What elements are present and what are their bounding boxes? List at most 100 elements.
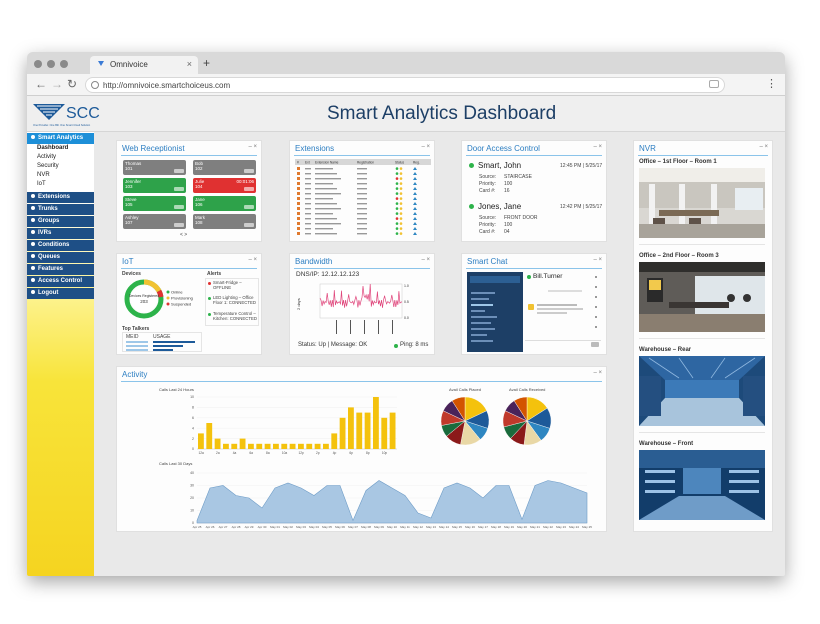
call-icon[interactable] (174, 223, 184, 227)
sidebar-sub-dashboard[interactable]: Dashboard (27, 144, 94, 153)
sidebar-item-features[interactable]: Features (27, 264, 94, 275)
panel-controls[interactable]: – × (421, 257, 430, 263)
bandwidth-panel: Bandwidth – × DNS/IP: 12.12.12.123 2 day… (289, 253, 435, 355)
contact-line[interactable] (471, 340, 493, 342)
table-row (297, 182, 417, 185)
panel-controls[interactable]: – × (593, 257, 602, 263)
name-cell (315, 208, 341, 210)
camera-feed-warehouse-rear[interactable] (639, 356, 765, 426)
chat-user-bar[interactable] (470, 276, 520, 283)
table-row (297, 212, 417, 215)
camera-feed-office-2[interactable] (639, 262, 765, 332)
close-tab-icon[interactable]: × (187, 59, 192, 69)
ext-cell (305, 213, 311, 215)
pie2-title: Avail Calls Received (509, 387, 545, 392)
browser-window: Omnivoice × + ← → ↻ http://omnivoice.sma… (27, 52, 785, 576)
bullet-icon (31, 135, 35, 140)
sidebar-sub-security[interactable]: Security (27, 162, 94, 171)
call-icon[interactable] (174, 187, 184, 191)
contact-line[interactable] (471, 334, 487, 336)
camera-feed-warehouse-front[interactable] (639, 450, 765, 520)
contact-line[interactable] (471, 298, 489, 300)
area-y-tick: 10 (190, 509, 194, 513)
col-header: Reg. (413, 161, 420, 165)
contact-line[interactable] (471, 316, 497, 318)
receptionist-tile[interactable]: Julie 104 00:01:06 (193, 178, 256, 193)
tab-omnivoice[interactable]: Omnivoice × (90, 56, 198, 74)
camera-feed-office-1[interactable] (639, 168, 765, 238)
call-icon[interactable] (174, 169, 184, 173)
send-icon[interactable] (591, 342, 599, 347)
back-arrow-icon[interactable]: ← (35, 77, 47, 91)
call-icon[interactable] (244, 205, 254, 209)
ext-cell (305, 223, 311, 225)
extension-icon[interactable] (709, 80, 719, 88)
receptionist-tile[interactable]: Ashley 107 (123, 214, 186, 229)
panel-controls[interactable]: – × (759, 144, 768, 150)
sidebar-item-smart-analytics[interactable]: Smart Analytics (27, 133, 94, 144)
sidebar-item-groups[interactable]: Groups (27, 216, 94, 227)
address-bar[interactable]: http://omnivoice.smartchoiceus.com (85, 77, 725, 93)
bar-x-tick: 10p (382, 451, 388, 455)
contact-line[interactable] (471, 304, 493, 306)
new-tab-button[interactable]: + (203, 56, 210, 70)
sidebar-item-logout[interactable]: Logout (27, 288, 94, 299)
receptionist-tile[interactable]: Bob 102 (193, 160, 256, 175)
phone-icon (297, 202, 300, 205)
alerts-box: Smart-Fridge – OFFLINE LED Lighting – Of… (205, 278, 259, 326)
bandwidth-chart: 2 days 1.0 0.5 0.0 (296, 283, 409, 334)
chat-action-icons[interactable] (595, 276, 597, 336)
call-icon[interactable] (174, 205, 184, 209)
panel-controls[interactable]: – × (421, 144, 430, 150)
camera-caption: Office – 1st Floor – Room 1 (639, 159, 717, 165)
door-priority: 100 (504, 181, 513, 187)
call-icon[interactable] (244, 187, 254, 191)
sidebar-item-extensions[interactable]: Extensions (27, 192, 94, 203)
panel-controls[interactable]: – × (248, 144, 257, 150)
phone-icon (297, 232, 300, 235)
contact-line[interactable] (471, 310, 485, 312)
col-header: Registration (357, 161, 374, 165)
status-dot-icon (399, 222, 403, 225)
chat-input[interactable] (525, 340, 601, 348)
panel-title: NVR (639, 144, 656, 153)
sidebar-sub-activity[interactable]: Activity (27, 153, 94, 162)
status-dot-icon (399, 227, 403, 230)
sidebar-label: IVRs (38, 230, 52, 236)
sidebar-item-ivrs[interactable]: IVRs (27, 228, 94, 239)
contact-line[interactable] (471, 292, 495, 294)
minimize-window-dot[interactable] (47, 60, 55, 68)
contact-line[interactable] (471, 322, 491, 324)
receptionist-tile[interactable]: Thomas 101 (123, 160, 186, 175)
contact-line[interactable] (471, 328, 495, 330)
reg-icon (413, 192, 417, 195)
panel-controls[interactable]: – × (593, 370, 602, 376)
browser-menu-icon[interactable]: ⋮ (766, 77, 777, 90)
sidebar-item-access-control[interactable]: Access Control (27, 276, 94, 287)
maximize-window-dot[interactable] (60, 60, 68, 68)
info-icon[interactable] (91, 81, 99, 89)
name-cell (315, 168, 333, 170)
reload-icon[interactable]: ↻ (67, 77, 77, 91)
panel-controls[interactable]: – × (248, 257, 257, 263)
receptionist-tile[interactable]: Jane 106 (193, 196, 256, 211)
forward-arrow-icon[interactable]: → (51, 77, 63, 91)
ext-cell (305, 188, 311, 190)
panel-controls[interactable]: – × (593, 144, 602, 150)
call-icon[interactable] (244, 169, 254, 173)
call-icon[interactable] (244, 223, 254, 227)
ext-cell (305, 168, 311, 170)
sidebar-sub-iot[interactable]: IoT (27, 180, 94, 189)
close-window-dot[interactable] (34, 60, 42, 68)
receptionist-tile[interactable]: Jennifer 103 (123, 178, 186, 193)
sidebar-item-conditions[interactable]: Conditions (27, 240, 94, 251)
sidebar-sub-nvr[interactable]: NVR (27, 171, 94, 180)
sidebar-item-trunks[interactable]: Trunks (27, 204, 94, 215)
area-x-tick: May 14 (439, 525, 449, 529)
sidebar-item-queues[interactable]: Queues (27, 252, 94, 263)
receptionist-pager[interactable]: < > (180, 232, 187, 238)
receptionist-tile[interactable]: Mark 108 (193, 214, 256, 229)
receptionist-tile[interactable]: Steve 105 (123, 196, 186, 211)
reg-icon (413, 222, 417, 225)
reg-cell (357, 173, 367, 175)
